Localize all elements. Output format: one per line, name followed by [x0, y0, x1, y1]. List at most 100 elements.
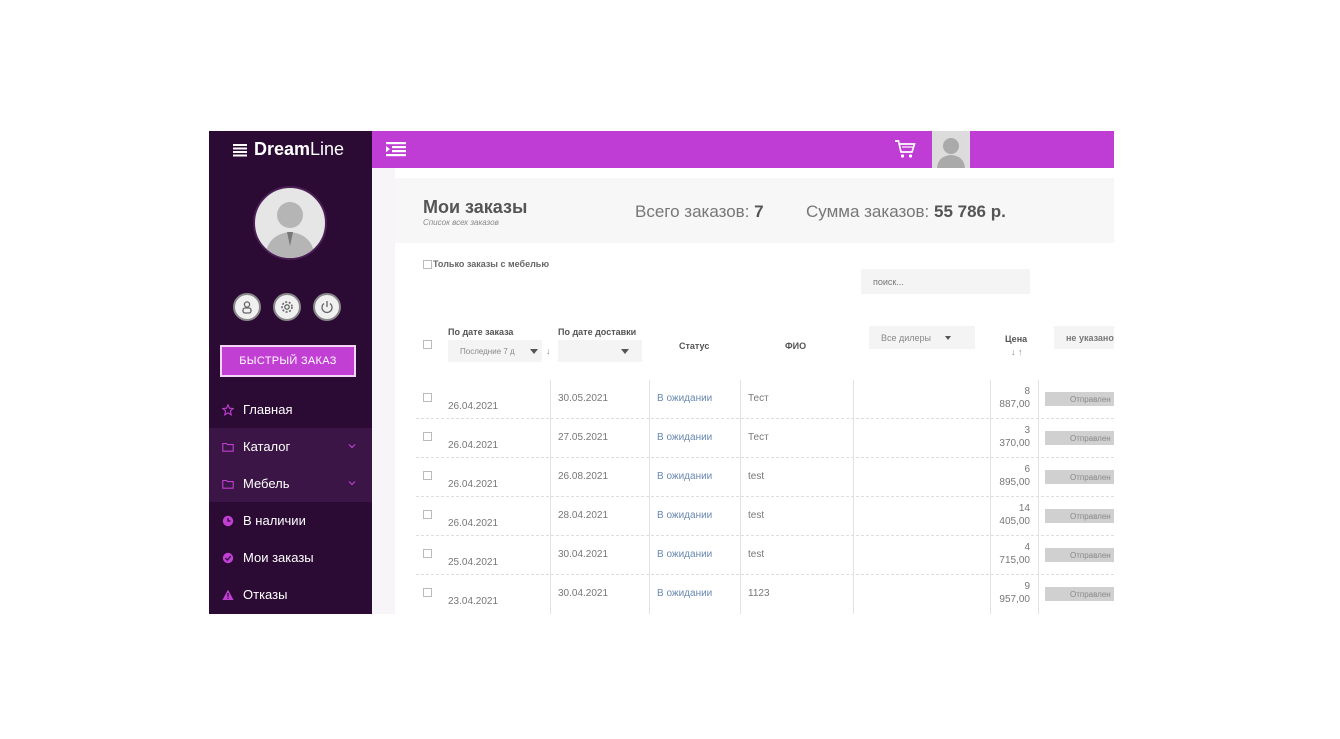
- sidebar-item-refusals[interactable]: Отказы: [209, 576, 372, 613]
- row-checkbox[interactable]: [423, 588, 432, 597]
- total-orders-value: 7: [754, 202, 764, 221]
- sidebar-item-furniture[interactable]: Мебель: [209, 465, 372, 502]
- table-row[interactable]: 23.04.2021 30.04.2021 В ожидании 1123 9 …: [416, 575, 1114, 613]
- app-window: Dream Line БЫСТРЫЙ ЗАКАЗ Главная Каталог…: [209, 131, 1114, 614]
- order-date-select[interactable]: Последние 7 д: [448, 340, 542, 362]
- total-sum-label: Сумма заказов:: [806, 202, 930, 221]
- sent-button[interactable]: Отправлен: [1045, 392, 1114, 406]
- order-date-cell: 26.04.2021: [448, 479, 499, 490]
- header-order-date[interactable]: По дате заказа: [448, 327, 513, 337]
- price-bottom: 957,00: [999, 594, 1030, 605]
- status-link[interactable]: В ожидании: [657, 393, 712, 404]
- table-row[interactable]: 26.04.2021 27.05.2021 В ожидании Тест 3 …: [416, 419, 1114, 458]
- row-checkbox[interactable]: [423, 432, 432, 441]
- total-orders: Всего заказов: 7: [635, 202, 764, 222]
- order-date-cell: 26.04.2021: [448, 440, 499, 451]
- table-row[interactable]: 25.04.2021 30.04.2021 В ожидании test 4 …: [416, 536, 1114, 575]
- price-bottom: 405,00: [999, 516, 1030, 527]
- header-delivery-date[interactable]: По дате доставки: [558, 327, 636, 337]
- brand-name-light: Line: [310, 139, 345, 159]
- header-status[interactable]: Статус: [679, 341, 709, 351]
- sent-button[interactable]: Отправлен: [1045, 587, 1114, 601]
- order-date-cell: 26.04.2021: [448, 401, 499, 412]
- sidebar-item-label: Главная: [243, 402, 293, 417]
- price-cell: 6 895,00: [990, 463, 1030, 489]
- sent-button[interactable]: Отправлен: [1045, 470, 1114, 484]
- star-icon: [222, 403, 234, 416]
- sidebar-item-catalog[interactable]: Каталог: [209, 428, 372, 465]
- sidebar-item-label: Мои заказы: [243, 550, 314, 565]
- status-link[interactable]: В ожидании: [657, 588, 712, 599]
- sidebar-menu: Главная Каталог Мебель В наличии Мои зак…: [209, 391, 372, 613]
- row-checkbox[interactable]: [423, 510, 432, 519]
- price-top: 14: [1018, 503, 1030, 514]
- name-cell: test: [748, 471, 765, 482]
- sidebar-item-label: В наличии: [243, 513, 306, 528]
- total-sum-value: 55 786 р.: [934, 202, 1006, 221]
- user-silhouette-icon: [265, 202, 315, 258]
- main-content: Мои заказы Список всех заказов Всего зак…: [372, 168, 1114, 614]
- header-price[interactable]: Цена: [1005, 334, 1027, 344]
- sidebar-item-in-stock[interactable]: В наличии: [209, 502, 372, 539]
- caret-down-icon: [621, 349, 629, 354]
- price-bottom: 895,00: [999, 477, 1030, 488]
- header-name[interactable]: ФИО: [785, 341, 806, 351]
- table-row[interactable]: 26.04.2021 26.08.2021 В ожидании test 6 …: [416, 458, 1114, 497]
- select-all-checkbox[interactable]: [423, 340, 432, 349]
- avatar[interactable]: [253, 186, 327, 260]
- dealers-select-value: Все дилеры: [881, 332, 932, 343]
- sidebar-toggle-icon[interactable]: [386, 141, 406, 157]
- sort-arrow-icon[interactable]: ↓: [546, 346, 551, 356]
- name-cell: Тест: [748, 393, 769, 404]
- sidebar-item-home[interactable]: Главная: [209, 391, 372, 428]
- dealers-select[interactable]: Все дилеры: [869, 326, 975, 349]
- sidebar-item-label: Мебель: [243, 476, 290, 491]
- quick-order-button[interactable]: БЫСТРЫЙ ЗАКАЗ: [220, 345, 356, 377]
- folder-icon: [222, 479, 234, 489]
- sidebar-item-my-orders[interactable]: Мои заказы: [209, 539, 372, 576]
- delivery-date-cell: 27.05.2021: [558, 432, 609, 443]
- delivery-date-cell: 30.04.2021: [558, 588, 609, 599]
- sent-button[interactable]: Отправлен: [1045, 431, 1114, 445]
- furniture-only-filter[interactable]: Только заказы с мебелью: [423, 259, 549, 269]
- delivery-date-cell: 30.05.2021: [558, 393, 609, 404]
- caret-down-icon: [530, 349, 538, 354]
- cart-icon[interactable]: [894, 139, 916, 159]
- page-subtitle: Список всех заказов: [423, 218, 499, 227]
- price-top: 3: [1024, 425, 1030, 436]
- sent-button[interactable]: Отправлен: [1045, 548, 1114, 562]
- status-link[interactable]: В ожидании: [657, 549, 712, 560]
- row-checkbox[interactable]: [423, 549, 432, 558]
- status-link[interactable]: В ожидании: [657, 510, 712, 521]
- price-sort-arrows[interactable]: ↓ ↑: [1011, 347, 1023, 357]
- status-link[interactable]: В ожидании: [657, 471, 712, 482]
- top-bar: [372, 131, 1114, 168]
- price-cell: 8 887,00: [990, 385, 1030, 411]
- sent-button[interactable]: Отправлен: [1045, 509, 1114, 523]
- profile-button[interactable]: [233, 293, 261, 321]
- name-cell: Тест: [748, 432, 769, 443]
- row-checkbox[interactable]: [423, 393, 432, 402]
- table-row[interactable]: 26.04.2021 30.05.2021 В ожидании Тест 8 …: [416, 380, 1114, 419]
- logout-button[interactable]: [313, 293, 341, 321]
- search-input[interactable]: [861, 269, 1030, 294]
- name-cell: test: [748, 549, 765, 560]
- table-row[interactable]: 26.04.2021 28.04.2021 В ожидании test 14…: [416, 497, 1114, 536]
- price-top: 8: [1024, 386, 1030, 397]
- logo[interactable]: Dream Line: [209, 131, 372, 168]
- delivery-date-select[interactable]: [558, 340, 642, 362]
- unspecified-select-value: не указано: [1066, 332, 1114, 343]
- furniture-only-checkbox[interactable]: [423, 259, 432, 269]
- name-cell: 1123: [748, 588, 770, 599]
- sidebar-item-label: Отказы: [243, 587, 288, 602]
- price-cell: 9 957,00: [990, 580, 1030, 606]
- unspecified-select[interactable]: не указано: [1054, 326, 1114, 349]
- settings-button[interactable]: [273, 293, 301, 321]
- content-gutter: [372, 168, 395, 614]
- user-avatar[interactable]: [932, 131, 970, 168]
- sidebar: Dream Line БЫСТРЫЙ ЗАКАЗ Главная Каталог…: [209, 131, 372, 614]
- profile-actions: [233, 293, 341, 321]
- row-checkbox[interactable]: [423, 471, 432, 480]
- status-link[interactable]: В ожидании: [657, 432, 712, 443]
- brand-name-bold: Dream: [254, 139, 311, 159]
